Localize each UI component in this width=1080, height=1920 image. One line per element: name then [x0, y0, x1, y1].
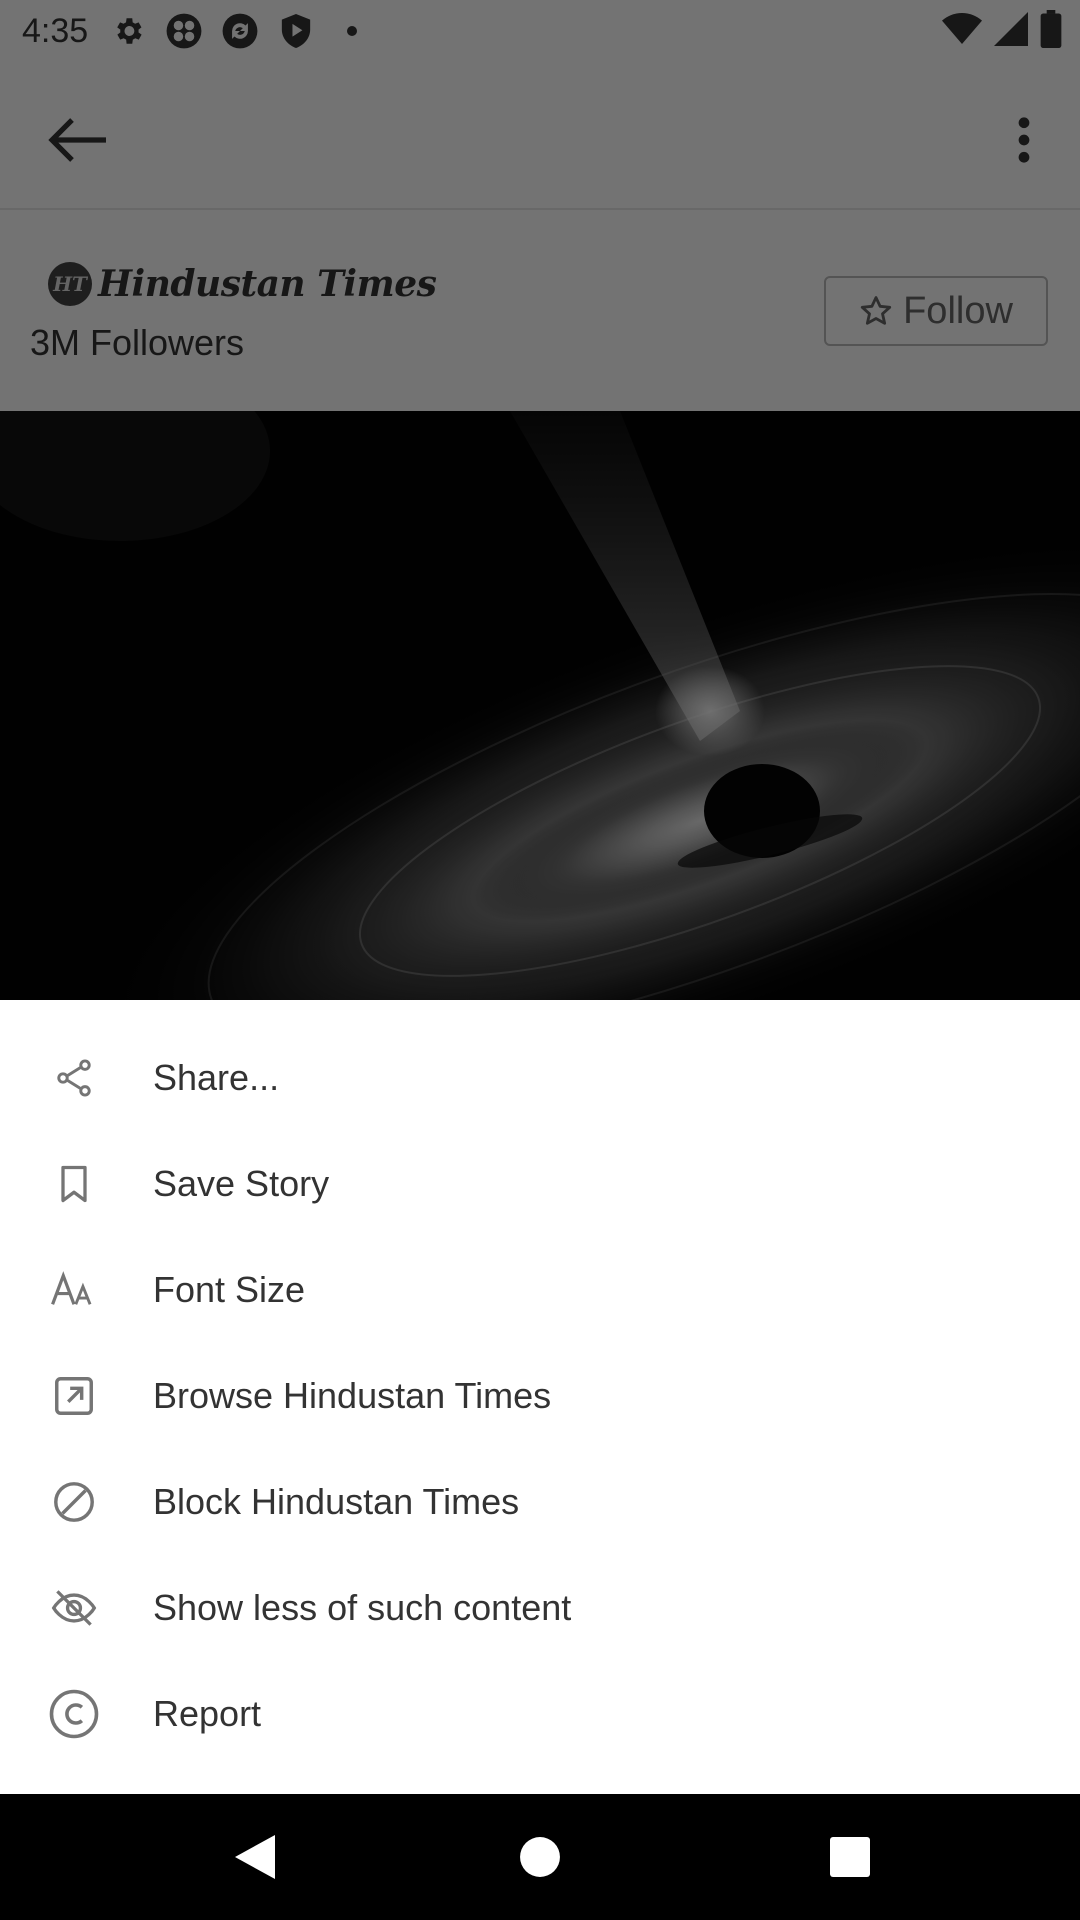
nav-recents-button[interactable]: [815, 1822, 885, 1892]
menu-item-label: Browse Hindustan Times: [153, 1375, 552, 1416]
menu-item-show-less[interactable]: Show less of such content: [0, 1555, 1080, 1661]
nav-back-button[interactable]: [220, 1822, 290, 1892]
home-circle-icon: [520, 1837, 560, 1877]
more-options-button[interactable]: [988, 102, 1060, 178]
menu-item-save-story[interactable]: Save Story: [0, 1131, 1080, 1237]
publisher-logo[interactable]: HT Hindustan Times: [48, 262, 437, 306]
app-bar: [0, 62, 1080, 210]
wifi-icon: [942, 11, 982, 52]
menu-item-browse-publisher[interactable]: Browse Hindustan Times: [0, 1343, 1080, 1449]
publisher-header: HT Hindustan Times 3M Followers Follow: [0, 212, 1080, 411]
options-bottom-sheet: Share... Save Story Font Size Browse Hin…: [0, 1000, 1080, 1794]
star-outline-icon: [860, 296, 892, 325]
settings-icon: [108, 11, 148, 51]
menu-item-report[interactable]: Report: [0, 1661, 1080, 1767]
open-external-icon: [46, 1368, 102, 1424]
menu-item-share[interactable]: Share...: [0, 1025, 1080, 1131]
font-size-icon: [46, 1262, 102, 1318]
sync-icon: [220, 11, 260, 51]
menu-item-label: Report: [153, 1693, 262, 1734]
system-nav-bar: [0, 1794, 1080, 1920]
copyright-icon: [46, 1686, 102, 1742]
nav-home-button[interactable]: [505, 1822, 575, 1892]
share-icon: [46, 1050, 102, 1106]
shield-play-icon: [276, 11, 316, 51]
logo-badge: HT: [48, 262, 92, 306]
more-vert-icon: [1018, 117, 1030, 163]
logo-text: Hindustan Times: [98, 263, 437, 305]
menu-item-font-size[interactable]: Font Size: [0, 1237, 1080, 1343]
hero-image[interactable]: [0, 411, 1080, 1000]
block-icon: [46, 1474, 102, 1530]
status-system-icons: [942, 10, 1062, 53]
eye-off-icon: [46, 1580, 102, 1636]
menu-item-block-publisher[interactable]: Block Hindustan Times: [0, 1449, 1080, 1555]
battery-icon: [1040, 10, 1062, 53]
menu-item-label: Block Hindustan Times: [153, 1481, 520, 1522]
menu-item-label: Show less of such content: [153, 1587, 572, 1628]
menu-item-label: Share...: [153, 1057, 280, 1098]
follow-label: Follow: [903, 289, 1013, 332]
status-bar: 4:35: [0, 0, 1080, 62]
bookmark-icon: [46, 1156, 102, 1212]
status-time: 4:35: [22, 11, 89, 50]
arrow-back-icon: [48, 118, 106, 162]
dot-icon: [332, 11, 372, 51]
signal-icon: [994, 11, 1028, 52]
status-notification-icons: [108, 11, 372, 51]
followers-count: 3M Followers: [30, 322, 245, 363]
menu-item-label: Font Size: [153, 1269, 306, 1310]
back-triangle-icon: [235, 1835, 275, 1879]
follow-button[interactable]: Follow: [824, 276, 1048, 346]
menu-item-label: Save Story: [153, 1163, 330, 1204]
black-hole-illustration: [0, 411, 1080, 1000]
recents-square-icon: [830, 1837, 870, 1877]
app-icon: [164, 11, 204, 51]
back-button[interactable]: [40, 102, 116, 178]
